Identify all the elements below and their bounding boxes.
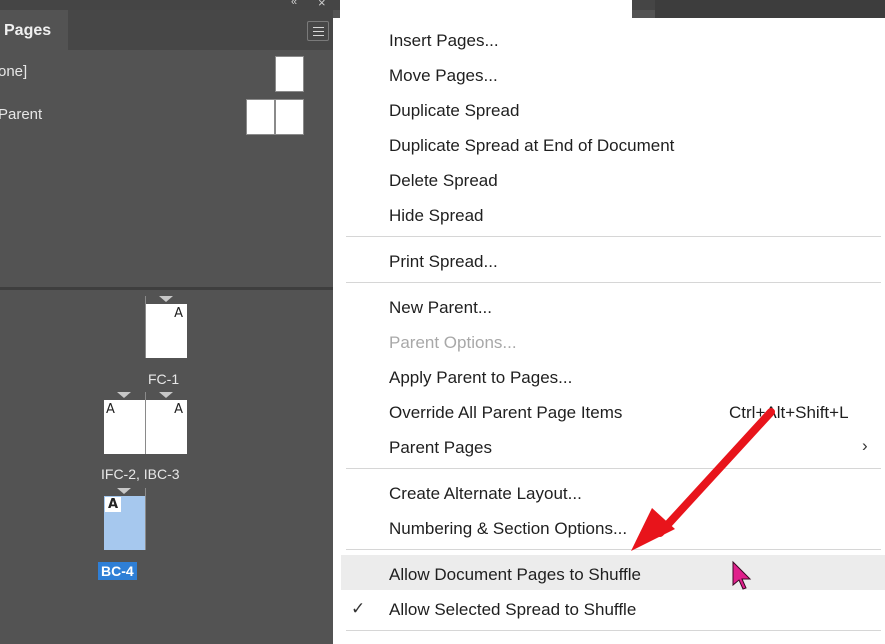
mouse-cursor-icon <box>732 560 752 590</box>
red-arrow-icon <box>631 408 775 551</box>
annotation-overlay <box>631 408 775 590</box>
